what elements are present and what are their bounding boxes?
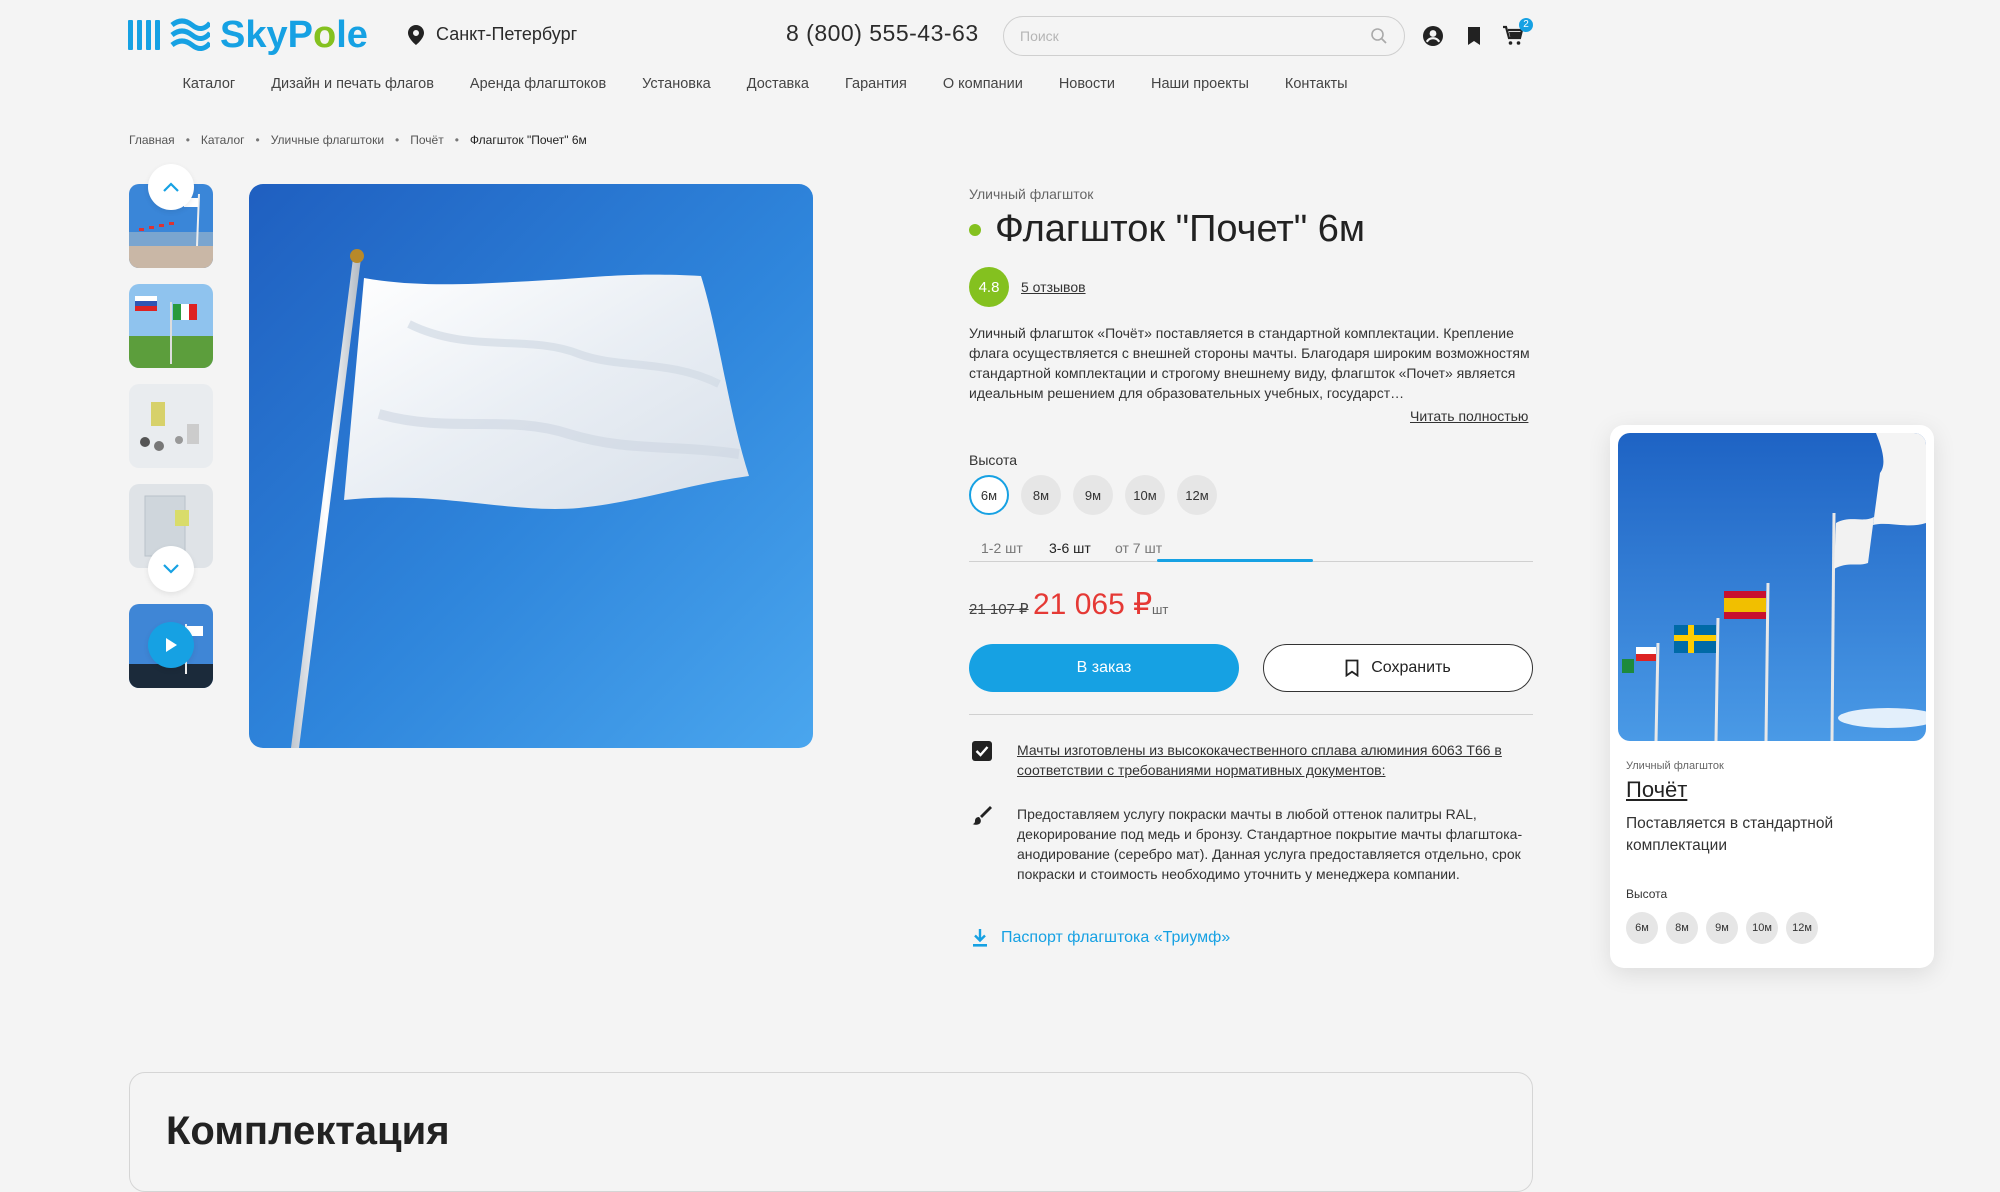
breadcrumb-separator: •	[255, 133, 260, 147]
related-size-9m[interactable]: 9м	[1706, 912, 1738, 944]
breadcrumb: Главная • Каталог • Уличные флагштоки • Поч…	[129, 133, 587, 147]
nav-item-warranty[interactable]: Гарантия	[845, 76, 907, 92]
nav-item-design[interactable]: Дизайн и печать флагов	[271, 76, 434, 92]
related-height-label: Высота	[1626, 887, 1668, 901]
checkbox-checked-icon	[972, 741, 992, 761]
city-name: Санкт-Петербург	[436, 24, 578, 44]
feature-material-text[interactable]: Мачты изготовлены из высококачественного…	[1017, 740, 1537, 780]
feature-painting-text: Предоставляем услугу покраски мачты в лю…	[1017, 806, 1523, 882]
video-play-button[interactable]	[148, 622, 194, 668]
nav-item-install[interactable]: Установка	[642, 76, 711, 92]
qty-tab-indicator	[1157, 559, 1313, 562]
availability-dot	[969, 223, 981, 236]
rating-badge: 4.8	[969, 267, 1009, 307]
nav-item-contacts[interactable]: Контакты	[1285, 76, 1348, 92]
read-more-link[interactable]: Читать полностью	[1410, 408, 1528, 424]
related-product-card[interactable]: Уличный флагшток Почёт Поставляется в ст…	[1610, 425, 1934, 968]
passport-link-label: Паспорт флагштока «Триумф»	[1001, 929, 1231, 946]
product-title: Флагшток "Почет" 6м	[995, 208, 1366, 250]
related-product-title[interactable]: Почёт	[1626, 777, 1687, 803]
logo-bars-icon	[128, 20, 160, 50]
nav-item-about[interactable]: О компании	[943, 76, 1023, 92]
product-description: Уличный флагшток «Почёт» поставляется в …	[969, 325, 1530, 401]
qty-tab-7-plus[interactable]: от 7 шт	[1115, 540, 1162, 556]
chevron-up-icon	[163, 182, 179, 192]
paint-brush-icon	[972, 806, 992, 825]
size-option-10m[interactable]: 10м	[1125, 475, 1165, 515]
size-option-6m[interactable]: 6м	[969, 475, 1009, 515]
related-size-8m[interactable]: 8м	[1666, 912, 1698, 944]
bookmark-icon[interactable]	[1462, 24, 1486, 48]
thumbnail-2[interactable]	[129, 284, 213, 368]
current-price: 21 065 ₽	[1033, 588, 1153, 621]
breadcrumb-pochet[interactable]: Почёт	[410, 133, 443, 147]
play-icon	[166, 638, 177, 652]
save-button[interactable]: Сохранить	[1263, 644, 1533, 692]
breadcrumb-street-flagpoles[interactable]: Уличные флагштоки	[271, 133, 384, 147]
related-product-description: Поставляется в стандартной комплектации	[1626, 815, 1834, 854]
kit-section: Комплектация	[129, 1072, 1533, 1192]
nav-item-projects[interactable]: Наши проекты	[1151, 76, 1249, 92]
breadcrumb-separator: •	[185, 133, 190, 147]
breadcrumb-catalog[interactable]: Каталог	[201, 133, 245, 147]
gallery-up-button[interactable]	[148, 164, 194, 210]
search-icon[interactable]	[1370, 27, 1388, 45]
site-logo[interactable]: SkyPole	[128, 14, 368, 56]
related-size-10m[interactable]: 10м	[1746, 912, 1778, 944]
size-option-9m[interactable]: 9м	[1073, 475, 1113, 515]
qty-tab-1-2[interactable]: 1-2 шт	[981, 540, 1023, 556]
qty-tab-3-6[interactable]: 3-6 шт	[1049, 540, 1091, 556]
city-selector[interactable]: Санкт-Петербург	[408, 24, 577, 45]
related-size-6m[interactable]: 6м	[1626, 912, 1658, 944]
product-main-image[interactable]	[249, 184, 813, 748]
phone-number[interactable]: 8 (800) 555-43-63	[786, 20, 979, 47]
thumbnail-3[interactable]	[129, 384, 213, 468]
nav-item-catalog[interactable]: Каталог	[182, 76, 235, 92]
add-to-order-button[interactable]: В заказ	[969, 644, 1239, 692]
breadcrumb-current: Флагшток "Почет" 6м	[469, 133, 587, 147]
kit-section-title: Комплектация	[166, 1109, 450, 1153]
logo-text: SkyPole	[220, 13, 368, 56]
breadcrumb-separator: •	[395, 133, 400, 147]
breadcrumb-home[interactable]: Главная	[129, 133, 175, 147]
related-size-12m[interactable]: 12м	[1786, 912, 1818, 944]
main-nav: Каталог Дизайн и печать флагов Аренда фл…	[0, 76, 1530, 92]
nav-item-news[interactable]: Новости	[1059, 76, 1115, 92]
old-price: 21 107 ₽	[969, 601, 1029, 618]
search-box[interactable]	[1003, 16, 1405, 56]
gallery-down-button[interactable]	[148, 546, 194, 592]
location-pin-icon	[408, 24, 424, 45]
passport-download-link[interactable]: Паспорт флагштока «Триумф»	[971, 928, 1230, 948]
logo-waves-icon	[170, 18, 210, 51]
flag-photo	[249, 184, 813, 748]
thumbnail-image	[129, 284, 213, 368]
cart-count-badge: 2	[1519, 18, 1533, 32]
divider	[969, 714, 1533, 715]
related-product-image[interactable]	[1618, 433, 1926, 741]
search-input[interactable]	[1020, 28, 1370, 44]
bookmark-icon	[1345, 659, 1359, 677]
download-icon	[973, 929, 987, 947]
account-icon[interactable]	[1421, 24, 1445, 48]
flags-photo	[1618, 433, 1926, 741]
product-type: Уличный флагшток	[969, 186, 1094, 202]
breadcrumb-separator: •	[454, 133, 459, 147]
rating-row: 4.8 5 отзывов	[969, 267, 1086, 307]
quantity-tabs: 1-2 шт 3-6 шт от 7 шт	[969, 540, 1533, 562]
chevron-down-icon	[163, 564, 179, 574]
thumbnail-image	[129, 384, 213, 468]
product-title-row: Флагшток "Почет" 6м	[969, 208, 1365, 251]
save-button-label: Сохранить	[1371, 659, 1451, 676]
nav-item-delivery[interactable]: Доставка	[747, 76, 809, 92]
nav-item-rent[interactable]: Аренда флагштоков	[470, 76, 606, 92]
height-label: Высота	[969, 452, 1018, 468]
price-unit: шт	[1152, 602, 1169, 617]
related-product-type: Уличный флагшток	[1626, 760, 1724, 772]
size-option-8m[interactable]: 8м	[1021, 475, 1061, 515]
reviews-link[interactable]: 5 отзывов	[1021, 279, 1086, 295]
size-option-12m[interactable]: 12м	[1177, 475, 1217, 515]
